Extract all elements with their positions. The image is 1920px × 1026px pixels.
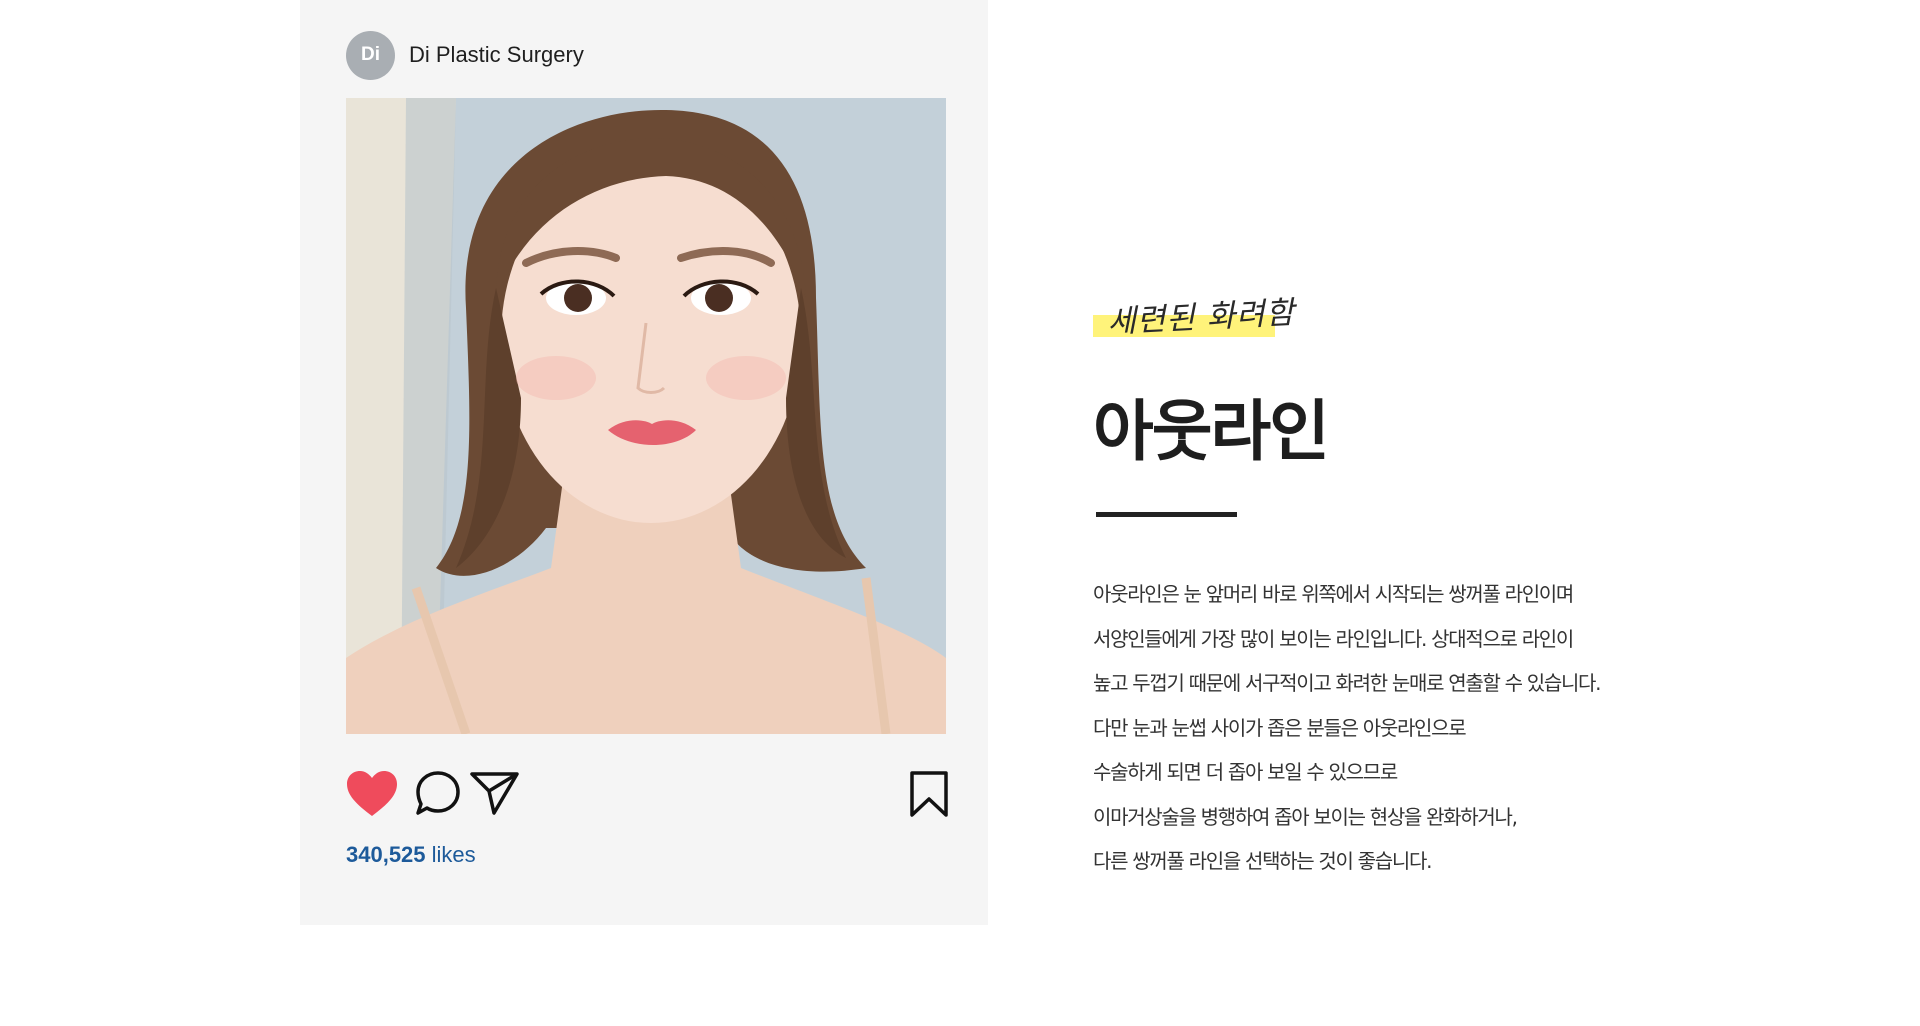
account-name[interactable]: Di Plastic Surgery — [409, 42, 584, 68]
section-title: 아웃라인 — [1093, 393, 1330, 470]
post-photo — [346, 98, 946, 734]
description-line: 이마거상술을 병행하여 좁아 보이는 현상을 완화하거나, — [1093, 804, 1518, 829]
description-line: 아웃라인은 눈 앞머리 바로 위쪽에서 시작되는 쌍꺼풀 라인이며 — [1093, 582, 1574, 606]
description-line: 다만 눈과 눈썹 사이가 좁은 분들은 아웃라인으로 — [1093, 715, 1467, 740]
instagram-post-card: Di Di Plastic Surgery 340,525 likes — [300, 0, 988, 925]
description-section: 세련된 화려함 아웃라인 아웃라인은 눈 앞머리 바로 위쪽에서 시작되는 쌍꺼… — [1093, 0, 1793, 1026]
post-actions — [346, 770, 949, 826]
description-line: 높고 두껍기 때문에 서구적이고 화려한 눈매로 연출할 수 있습니다. — [1093, 671, 1602, 695]
post-header: Di Di Plastic Surgery — [346, 30, 584, 80]
comment-icon[interactable] — [415, 770, 461, 820]
likes-label: likes — [431, 842, 476, 867]
heart-icon[interactable] — [346, 770, 398, 822]
description-text: 아웃라인은 눈 앞머리 바로 위쪽에서 시작되는 쌍꺼풀 라인이며 서양인들에게… — [1093, 572, 1602, 884]
title-divider — [1096, 512, 1237, 517]
description-line: 서양인들에게 가장 많이 보이는 라인입니다. 상대적으로 라인이 — [1093, 626, 1574, 651]
avatar[interactable]: Di — [346, 30, 395, 80]
bookmark-icon[interactable] — [909, 770, 949, 822]
description-line: 수술하게 되면 더 좁아 보일 수 있으므로 — [1093, 760, 1398, 784]
tagline: 세련된 화려함 — [1093, 292, 1296, 342]
description-line: 다른 쌍꺼풀 라인을 선택하는 것이 좋습니다. — [1093, 849, 1432, 873]
send-icon[interactable] — [470, 770, 520, 820]
page: Di Di Plastic Surgery 340,525 likes 세련된 … — [0, 0, 1920, 1026]
likes-count[interactable]: 340,525 likes — [346, 842, 476, 868]
portrait-illustration — [346, 98, 946, 734]
likes-number: 340,525 — [346, 842, 426, 867]
